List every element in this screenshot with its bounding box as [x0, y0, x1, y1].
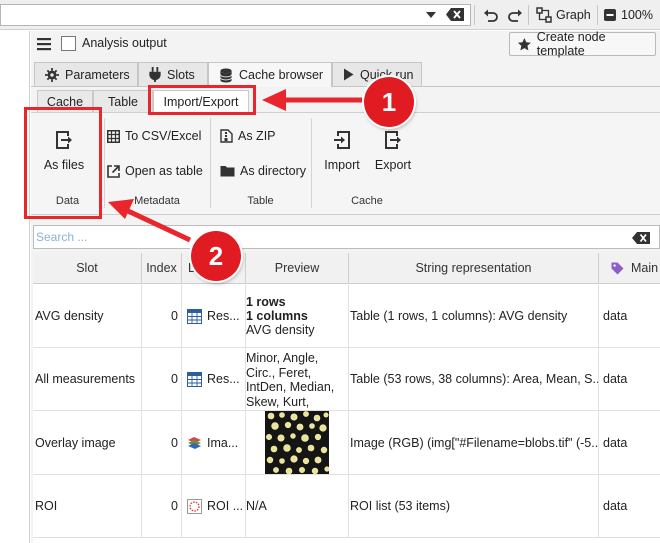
- annotation-arrows: [108, 89, 362, 243]
- callout-number-two: 2: [191, 231, 241, 281]
- arrow-to-as-files: [108, 199, 192, 243]
- callout-number-one: 1: [364, 77, 414, 127]
- arrow-to-import-export: [262, 89, 362, 111]
